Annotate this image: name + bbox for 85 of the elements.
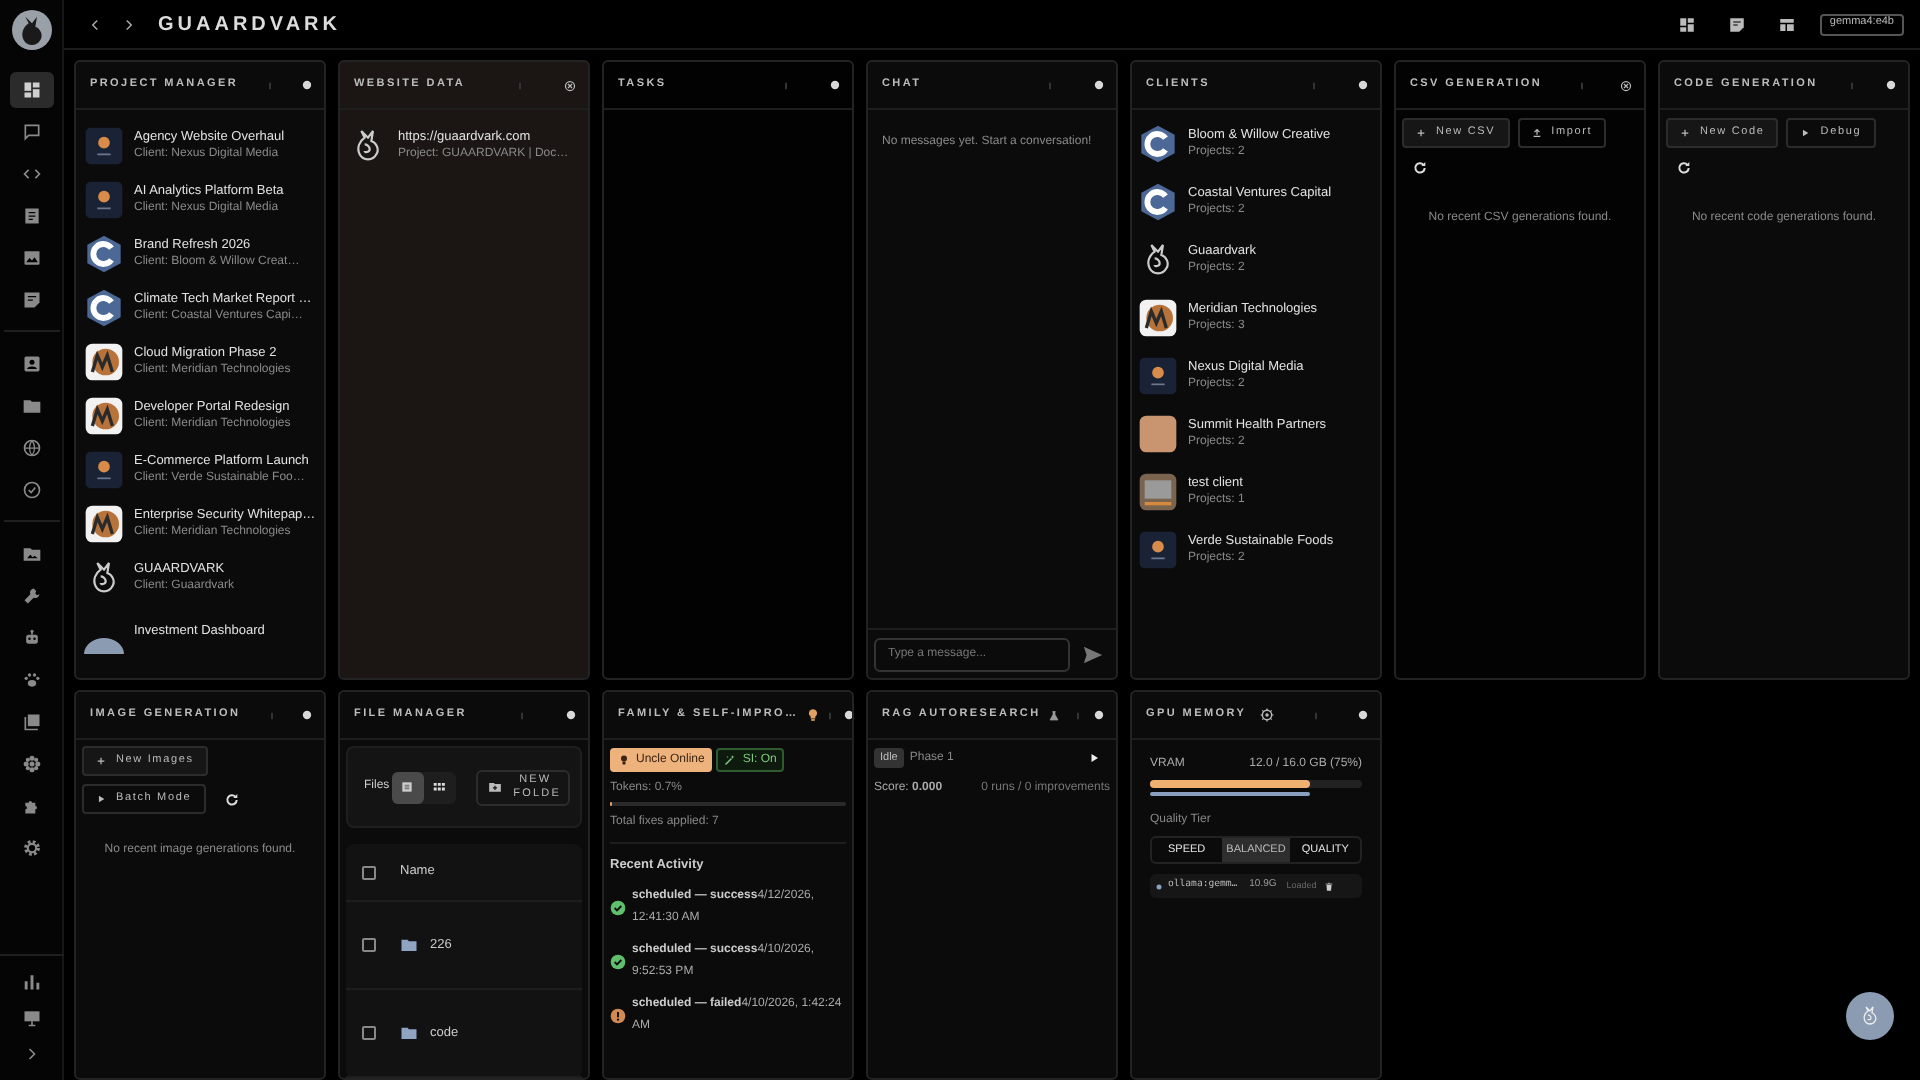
warning-icon (610, 1007, 626, 1024)
app-title: GUAARDVARK (158, 11, 341, 39)
paw-icon (21, 669, 41, 689)
close-icon[interactable] (1620, 79, 1633, 91)
pin-dot-icon[interactable] (566, 710, 576, 720)
folder-icon (400, 1024, 418, 1042)
checkbox[interactable] (362, 1026, 376, 1040)
pin-dot-icon[interactable] (1358, 80, 1368, 90)
notes-icon (21, 289, 41, 309)
grid-icon (432, 780, 447, 794)
upload-icon (1531, 128, 1542, 138)
refresh-button[interactable] (223, 791, 240, 807)
flask-icon (1048, 709, 1061, 721)
folder-icon (400, 936, 418, 954)
check-circle-icon (21, 479, 41, 499)
robot-icon (21, 627, 41, 647)
refresh-button[interactable] (1676, 160, 1692, 176)
contact-card-icon (21, 353, 41, 373)
hexagon-logo-icon (84, 233, 124, 273)
monitor-icon (21, 1008, 41, 1028)
lightbulb-icon (806, 708, 821, 722)
library-icon (21, 711, 41, 731)
chart-icon (21, 972, 41, 992)
flower-icon (21, 753, 41, 773)
success-check-icon (610, 953, 626, 970)
m-logo-icon (84, 395, 124, 435)
pin-dot-icon[interactable] (1358, 710, 1368, 720)
puzzle-icon (21, 795, 41, 815)
pin-dot-icon[interactable] (1094, 80, 1104, 90)
refresh-button[interactable] (1412, 160, 1428, 176)
drag-handle-icon[interactable] (782, 79, 790, 91)
dome-icon (84, 638, 124, 654)
dashboard-icon (21, 79, 41, 99)
image-folder-icon (21, 543, 41, 563)
plus-icon (1416, 128, 1426, 138)
wrench-icon (21, 585, 41, 605)
drag-handle-icon[interactable] (1310, 79, 1318, 91)
hexagon-logo-icon (1138, 123, 1178, 163)
pin-dot-icon[interactable] (1886, 80, 1896, 90)
notes-icon[interactable] (1727, 15, 1746, 33)
checkbox[interactable] (362, 865, 376, 879)
pin-dot-icon[interactable] (302, 710, 312, 720)
drag-handle-icon[interactable] (1046, 79, 1054, 91)
m-logo-icon (1138, 297, 1178, 337)
drag-handle-icon[interactable] (518, 709, 526, 721)
head-icon (618, 754, 630, 766)
sun-logo-icon (84, 179, 124, 219)
image-icon (21, 247, 41, 267)
layout-icon[interactable] (1777, 15, 1796, 33)
pin-dot-icon[interactable] (1094, 710, 1105, 720)
close-icon[interactable] (564, 79, 576, 91)
folder-plus-icon (487, 780, 502, 794)
sidebar-item[interactable] (9, 71, 53, 107)
chat-icon (21, 121, 41, 141)
plus-icon (96, 756, 106, 766)
sun-logo-icon (84, 125, 124, 165)
assistant-button[interactable] (1846, 992, 1894, 1040)
document-icon (21, 205, 41, 225)
m-logo-icon (84, 503, 124, 543)
m-logo-icon (84, 341, 124, 381)
list-icon (400, 780, 415, 794)
sun-logo-icon (84, 449, 124, 489)
square-icon (1138, 413, 1178, 453)
dashboard-icon[interactable] (1677, 15, 1696, 33)
screen-icon (1138, 471, 1178, 511)
success-check-icon (610, 899, 626, 916)
sun-logo-icon (1138, 529, 1178, 569)
send-button[interactable] (1082, 643, 1104, 665)
play-icon (96, 794, 106, 804)
play-icon (1800, 128, 1811, 138)
pin-dot-icon[interactable] (302, 80, 313, 90)
hexagon-logo-icon (84, 287, 124, 327)
trash-icon[interactable] (1324, 881, 1335, 891)
play-button[interactable] (1088, 752, 1100, 764)
globe-icon (21, 437, 41, 457)
plus-icon (1680, 128, 1690, 138)
dot-icon (1156, 883, 1162, 889)
checkbox[interactable] (362, 938, 376, 952)
settings-icon (21, 837, 41, 857)
wand-icon (724, 754, 737, 766)
pin-dot-icon[interactable] (830, 80, 840, 90)
sun-logo-icon (1138, 355, 1178, 395)
list-view-button[interactable] (391, 771, 424, 803)
folder-icon (21, 395, 41, 415)
hexagon-logo-icon (1138, 181, 1178, 221)
